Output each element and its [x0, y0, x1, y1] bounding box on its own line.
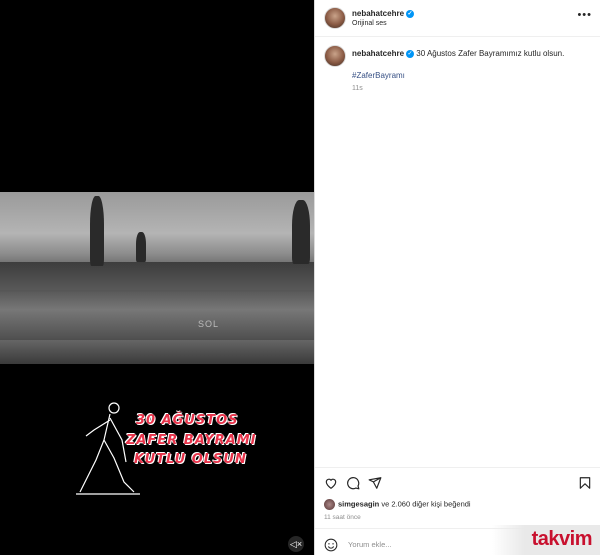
actions-divider	[315, 467, 600, 468]
post-timestamp: 11 saat önce	[324, 514, 361, 521]
banner-line-1: 30 AĞUSTOS	[136, 413, 239, 428]
first-liker-username[interactable]: simgesagin	[338, 499, 379, 508]
caption-text: 30 Ağustos Zafer Bayramımız kutlu olsun.	[416, 49, 565, 58]
river-water	[0, 290, 314, 340]
caption-text-block: nebahatcehre ✓ 30 Ağustos Zafer Bayramımı…	[352, 49, 592, 58]
caption-hashtag-link[interactable]: #ZaferBayramı	[352, 71, 405, 80]
tree-shape	[90, 196, 104, 266]
comment-icon[interactable]	[346, 476, 360, 490]
victory-day-banner: 30 AĞUSTOS ZAFER BAYRAMI KUTLU OLSUN	[74, 400, 274, 500]
comment-input[interactable]: Yorum ekle...	[348, 540, 392, 549]
liker-avatar	[324, 499, 335, 510]
verified-badge-icon: ✓	[406, 9, 415, 18]
action-bar	[324, 476, 592, 490]
header-divider	[315, 36, 600, 37]
banner-line-3: KUTLU OLSUN	[134, 452, 247, 467]
caption-username[interactable]: nebahatcehre	[352, 49, 404, 58]
river-bank	[0, 262, 314, 292]
likes-count-text[interactable]: ve 2.060 diğer kişi beğendi	[381, 499, 470, 508]
verified-badge-icon: ✓	[406, 49, 415, 58]
takvim-logo: takvim	[531, 528, 593, 550]
heart-icon[interactable]	[324, 476, 338, 490]
author-avatar[interactable]	[324, 7, 346, 29]
share-icon[interactable]	[368, 476, 382, 490]
post-details-panel: nebahatcehre ✓ Orijinal ses ••• nebahatce…	[314, 0, 600, 555]
tree-shape	[292, 200, 310, 264]
media-pane[interactable]: SOL 30 AĞUSTOS ZAFER BAYRAMI KUTLU OLSUN…	[0, 0, 314, 555]
banner-line-2: ZAFER BAYRAMI	[126, 433, 257, 448]
caption-avatar[interactable]	[324, 45, 346, 67]
video-frame[interactable]: SOL	[0, 192, 314, 364]
caption-timestamp: 11s	[352, 85, 363, 92]
mute-toggle-button[interactable]: ◁×	[288, 536, 304, 552]
audio-label[interactable]: Orijinal ses	[352, 20, 387, 27]
more-options-icon[interactable]: •••	[577, 9, 592, 21]
soldier-silhouette-icon	[76, 402, 140, 495]
tree-shape	[136, 232, 146, 262]
speaker-muted-icon: ◁×	[289, 538, 303, 549]
save-bookmark-icon[interactable]	[578, 476, 592, 490]
likes-summary[interactable]: simgesagin ve 2.060 diğer kişi beğendi	[324, 499, 471, 510]
emoji-icon[interactable]	[324, 538, 338, 552]
site-watermark: takvim	[492, 525, 600, 555]
author-username-text[interactable]: nebahatcehre	[352, 9, 404, 18]
video-watermark: SOL	[198, 319, 220, 329]
author-username[interactable]: nebahatcehre ✓	[352, 9, 415, 18]
